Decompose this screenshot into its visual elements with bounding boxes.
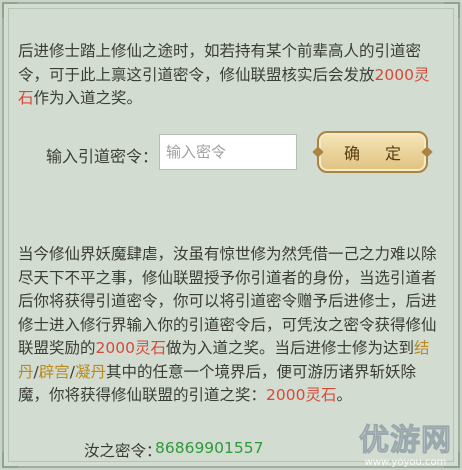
intro-line-text: 作为入道之奖。 [33,89,143,107]
intro-line: 后进修士踏上修仙之途时，如若持有某个前辈高人的引道密 [18,42,422,60]
description-text: 当今修仙界妖魔肆虐，汝虽有惊世修为然凭借一己之力难以除 尽天下不平之事，修仙联盟… [18,243,446,408]
reward-highlight: 石 [18,89,34,107]
frame-corner-ornament [444,2,460,18]
description-text-segment: 做为入道之奖。当后进修士修为达到 [165,339,414,357]
description-text-segment: 魔，你将获得修仙联盟的引道之奖： [18,386,267,404]
reward-highlight: 2000灵 [374,65,430,84]
watermark-url: www.yoyou.com [364,457,447,468]
frame-corner-ornament [2,2,18,18]
description-text-segment: 其中的任意一个境界后，便可游历诸界斩妖除 [106,362,417,381]
description-text-segment: 联盟奖励的 [18,339,96,357]
frame-corner-ornament [2,452,18,468]
my-code-label: 汝之密令： [84,442,162,460]
description-line: 修士进入修行界输入你的引道密令后，可凭汝之密令获得修仙 [18,315,437,334]
watermark-logo-text: 优游网 [359,423,452,458]
realm-highlight: 凝丹 [75,362,107,381]
description-line: 当今修仙界妖魔肆虐，汝虽有惊世修为然凭借一己之力难以除 [18,245,437,263]
intro-text: 后进修士踏上修仙之途时，如若持有某个前辈高人的引道密 令，可于此上禀这引道密令，… [18,40,446,111]
reward-highlight: 2000灵石 [95,339,166,357]
my-code-value: 86869901557 [155,439,264,457]
description-line: 后你将获得引道密令，你可以将引道密令赠予后进修士，后进 [18,292,437,310]
description-line: 魔，你将获得修仙联盟的引道之奖：2000灵石。 [18,384,446,408]
description-line: 联盟奖励的2000灵石做为入道之奖。当后进修士修为达到结 [18,337,446,361]
reward-highlight: 2000灵石 [266,386,337,404]
description-text-segment: 。 [336,386,352,404]
realm-highlight: 丹 [18,362,34,381]
code-input[interactable] [159,134,297,170]
intro-line-text: 令，可于此上禀这引道密令，修仙联盟核实后会发放 [18,65,375,84]
intro-line: 石作为入道之奖。 [18,87,446,111]
code-input-label: 输入引道密令： [46,147,159,166]
intro-line: 令，可于此上禀这引道密令，修仙联盟核实后会发放2000灵 [18,64,446,88]
description-line: 丹/辟宫/凝丹其中的任意一个境界后，便可游历诸界斩妖除 [18,361,446,385]
realm-highlight: 辟宫 [38,362,70,381]
realm-highlight: 结 [413,339,430,357]
description-line: 尽天下不平之事，修仙联盟授予你引道者的身份，当选引道者 [18,268,437,287]
confirm-button[interactable]: 确 定 [317,131,428,173]
site-watermark: 优游网 www.yoyou.com [359,423,452,468]
